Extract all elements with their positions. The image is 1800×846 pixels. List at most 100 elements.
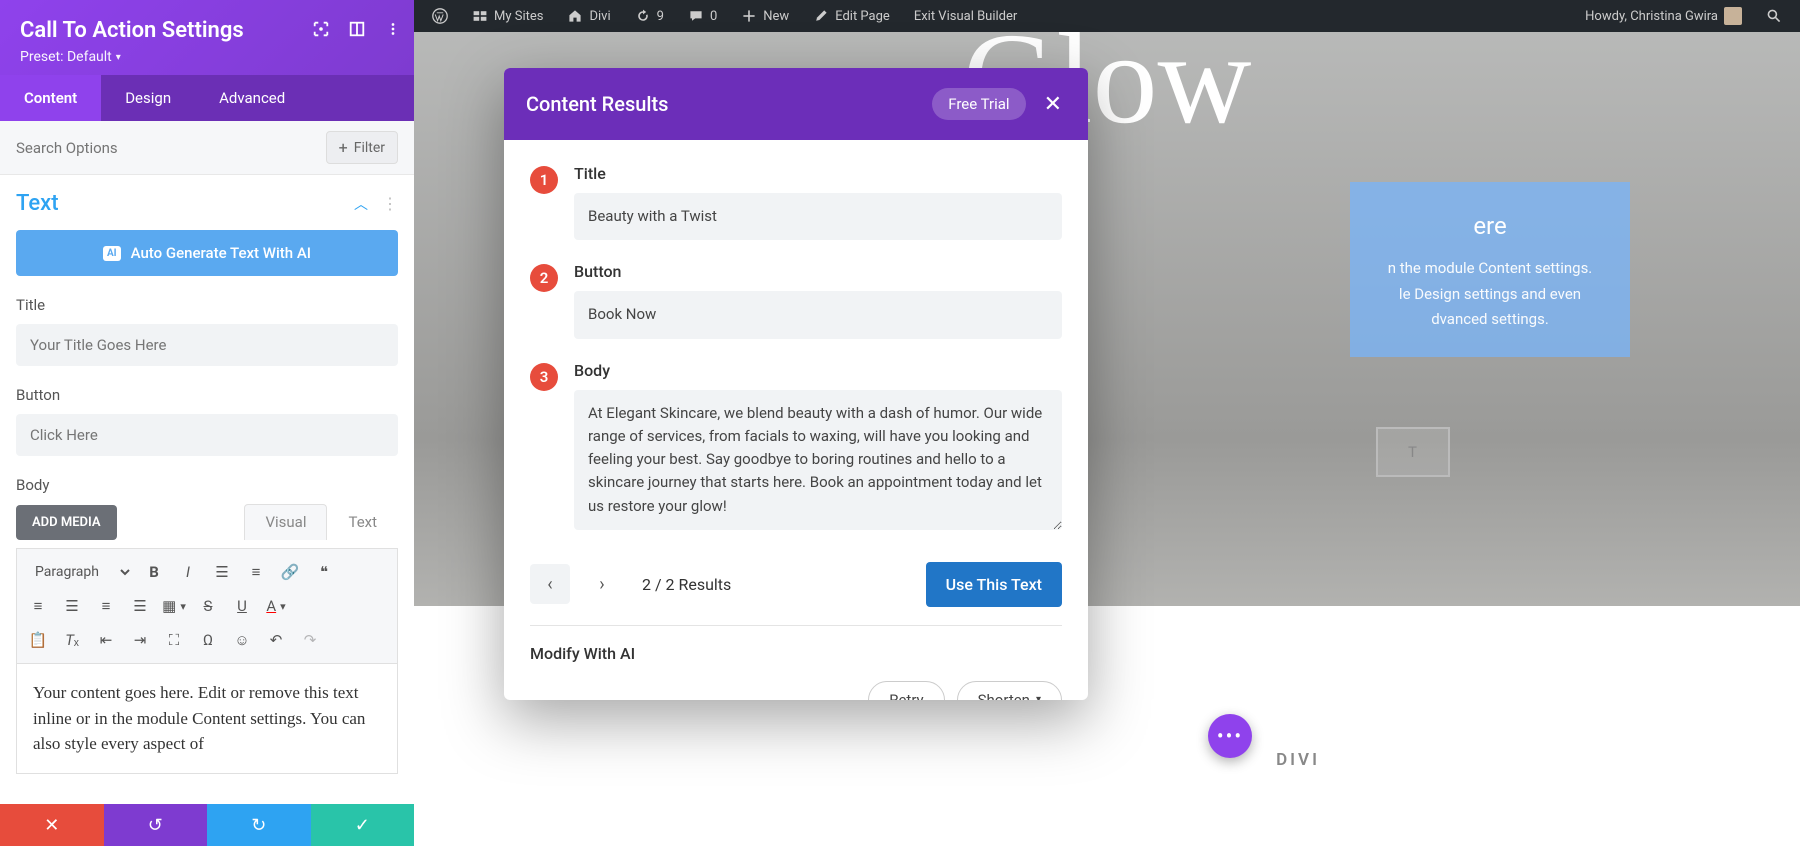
text-color-button[interactable]: A: [263, 593, 289, 619]
plus-icon: [741, 8, 757, 24]
wp-logo[interactable]: [422, 0, 458, 32]
olist-button[interactable]: ≡: [243, 559, 269, 585]
result-value-button[interactable]: Book Now: [574, 291, 1062, 338]
comments-link[interactable]: 0: [678, 0, 727, 32]
button-input[interactable]: [16, 414, 398, 456]
howdy-user[interactable]: Howdy, Christina Gwira: [1575, 0, 1752, 32]
site-name-link[interactable]: Divi: [557, 0, 620, 32]
align-left-button[interactable]: ≡: [25, 593, 51, 619]
new-link[interactable]: New: [731, 0, 799, 32]
result-badge-2: 2: [530, 264, 558, 292]
shorten-button[interactable]: Shorten▾: [957, 681, 1062, 700]
settings-tabs: Content Design Advanced: [0, 75, 414, 121]
close-icon[interactable]: ✕: [1040, 92, 1066, 117]
search-input[interactable]: [16, 139, 318, 157]
modal-body: 1 Title Beauty with a Twist 2 Button Boo…: [504, 140, 1088, 700]
builder-fab[interactable]: •••: [1208, 714, 1252, 758]
edit-page-link[interactable]: Edit Page: [803, 0, 900, 32]
sites-icon: [472, 8, 488, 24]
modal-title: Content Results: [526, 92, 932, 116]
section-more-icon[interactable]: ⋮: [382, 194, 398, 213]
undo-button[interactable]: ↶: [263, 627, 289, 653]
special-char-button[interactable]: Ω: [195, 627, 221, 653]
prev-result-button[interactable]: ‹: [530, 564, 570, 604]
title-label: Title: [16, 296, 398, 314]
tab-content[interactable]: Content: [0, 75, 101, 121]
cta-body-preview: n the module Content settings. le Design…: [1370, 256, 1610, 333]
modify-row: Retry Shorten▾: [530, 681, 1062, 700]
emoji-button[interactable]: ☺: [229, 627, 255, 653]
tab-design[interactable]: Design: [101, 75, 195, 121]
table-button[interactable]: ▦: [161, 593, 187, 619]
title-input[interactable]: [16, 324, 398, 366]
home-icon: [567, 8, 583, 24]
cta-module[interactable]: ere n the module Content settings. le De…: [1350, 182, 1630, 357]
clear-format-button[interactable]: Tₓ: [59, 627, 85, 653]
settings-footer: ✕ ↺ ↻ ✓: [0, 804, 414, 846]
filter-button[interactable]: +Filter: [326, 131, 398, 164]
result-value-body[interactable]: At Elegant Skincare, we blend beauty wit…: [574, 390, 1062, 530]
pager-row: ‹ › 2 / 2 Results Use This Text: [530, 552, 1062, 625]
align-justify-button[interactable]: ☰: [127, 593, 153, 619]
bold-button[interactable]: B: [141, 559, 167, 585]
focus-icon[interactable]: [312, 20, 330, 38]
align-right-button[interactable]: ≡: [93, 593, 119, 619]
cta-button-preview[interactable]: T: [1376, 427, 1450, 477]
body-editor[interactable]: Your content goes here. Edit or remove t…: [16, 664, 398, 774]
underline-button[interactable]: U: [229, 593, 255, 619]
align-center-button[interactable]: ☰: [59, 593, 85, 619]
paste-button[interactable]: 📋: [25, 627, 51, 653]
strike-button[interactable]: S: [195, 593, 221, 619]
updates-link[interactable]: 9: [625, 0, 674, 32]
quote-button[interactable]: ❝: [311, 559, 337, 585]
result-label-title: Title: [574, 164, 1062, 183]
outdent-button[interactable]: ⇤: [93, 627, 119, 653]
free-trial-badge[interactable]: Free Trial: [932, 88, 1025, 120]
settings-body: Text ︿ ⋮ AI Auto Generate Text With AI T…: [0, 175, 414, 804]
ulist-button[interactable]: ☰: [209, 559, 235, 585]
link-button[interactable]: 🔗: [277, 559, 303, 585]
paragraph-select[interactable]: Paragraph: [25, 559, 133, 585]
indent-button[interactable]: ⇥: [127, 627, 153, 653]
preset-selector[interactable]: Preset: Default▾: [20, 49, 394, 65]
redo-all-button[interactable]: ↻: [207, 804, 311, 846]
modal-header: Content Results Free Trial ✕: [504, 68, 1088, 140]
my-sites-link[interactable]: My Sites: [462, 0, 553, 32]
editor-tab-text[interactable]: Text: [327, 504, 398, 540]
undo-all-button[interactable]: ↺: [104, 804, 208, 846]
result-label-button: Button: [574, 262, 1062, 281]
result-value-title[interactable]: Beauty with a Twist: [574, 193, 1062, 240]
retry-button[interactable]: Retry: [868, 681, 944, 700]
result-badge-3: 3: [530, 363, 558, 391]
search-icon: [1766, 8, 1782, 24]
more-icon[interactable]: [384, 20, 402, 38]
italic-button[interactable]: I: [175, 559, 201, 585]
use-this-text-button[interactable]: Use This Text: [926, 562, 1062, 607]
pager-text: 2 / 2 Results: [642, 575, 731, 594]
redo-button[interactable]: ↷: [297, 627, 323, 653]
panel-icon[interactable]: [348, 20, 366, 38]
save-button[interactable]: ✓: [311, 804, 415, 846]
avatar: [1724, 7, 1742, 25]
section-text-title: Text: [16, 191, 59, 216]
tab-advanced[interactable]: Advanced: [195, 75, 309, 121]
refresh-icon: [635, 8, 651, 24]
body-label: Body: [16, 476, 398, 494]
cancel-button[interactable]: ✕: [0, 804, 104, 846]
auto-generate-ai-button[interactable]: AI Auto Generate Text With AI: [16, 230, 398, 276]
comment-icon: [688, 8, 704, 24]
editor-tab-visual[interactable]: Visual: [244, 504, 327, 540]
pencil-icon: [813, 8, 829, 24]
editor-toolbar: Paragraph B I ☰ ≡ 🔗 ❝ ≡ ☰ ≡ ☰ ▦ S U A 📋 …: [16, 548, 398, 664]
button-label: Button: [16, 386, 398, 404]
search-toggle[interactable]: [1756, 0, 1792, 32]
ai-chip: AI: [103, 246, 121, 261]
fullscreen-button[interactable]: ⛶: [161, 627, 187, 653]
cta-title-preview: ere: [1370, 212, 1610, 240]
collapse-icon[interactable]: ︿: [354, 194, 368, 214]
exit-visual-builder[interactable]: Exit Visual Builder: [904, 0, 1027, 32]
result-label-body: Body: [574, 361, 1062, 380]
add-media-button[interactable]: ADD MEDIA: [16, 505, 117, 540]
result-badge-1: 1: [530, 166, 558, 194]
next-result-button[interactable]: ›: [582, 564, 622, 604]
